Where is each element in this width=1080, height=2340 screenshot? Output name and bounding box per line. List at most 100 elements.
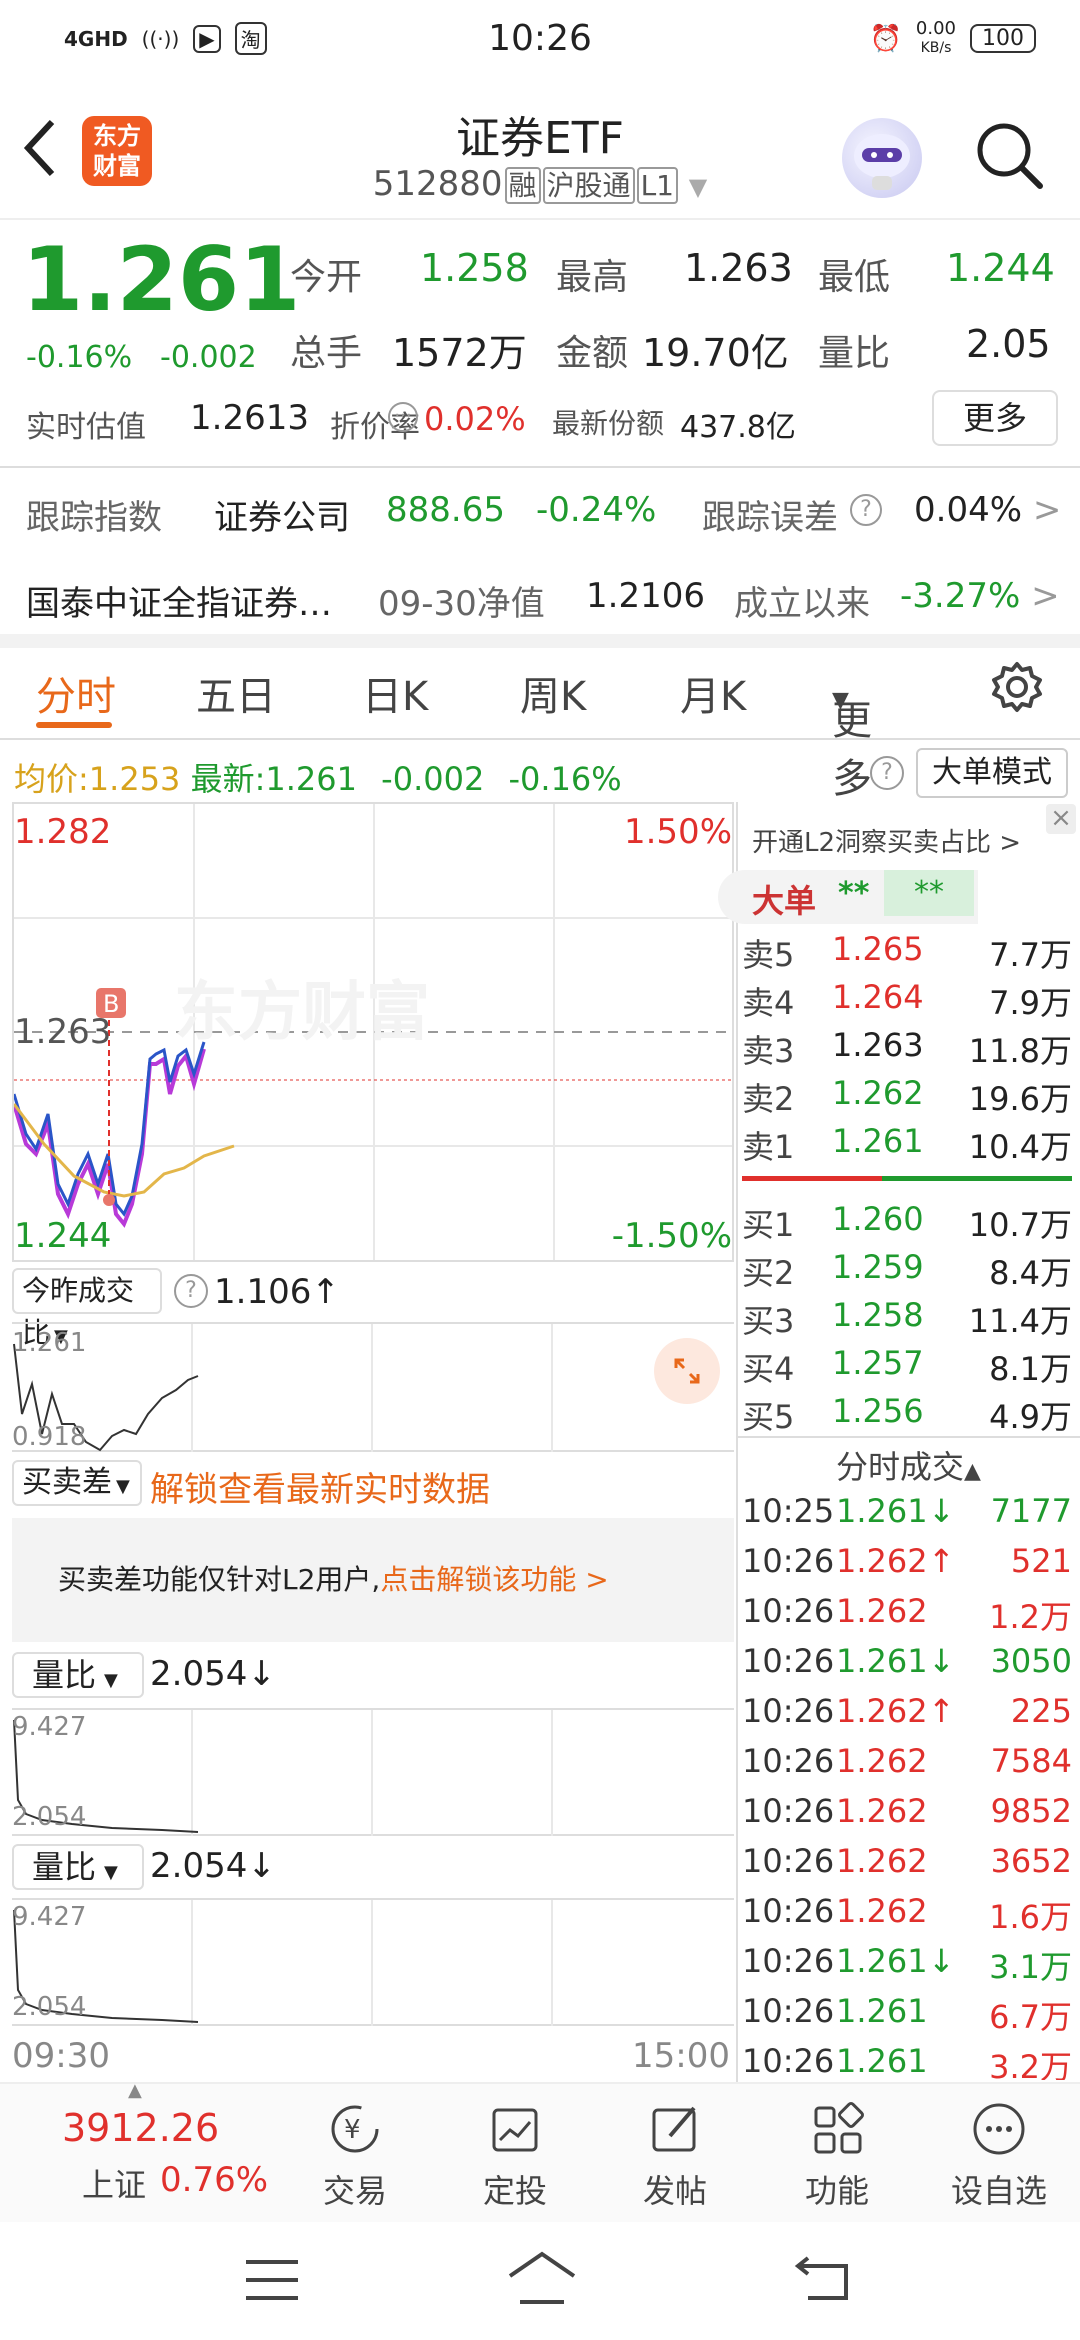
chart-watermark: 东方财富 bbox=[174, 976, 430, 1050]
tab-weekly-k[interactable]: 周K bbox=[520, 664, 586, 722]
connect-tag: 沪股通 bbox=[542, 167, 635, 204]
svg-text:¥: ¥ bbox=[344, 2115, 361, 2145]
grid-icon bbox=[814, 2102, 864, 2154]
help-icon[interactable]: ? bbox=[850, 494, 882, 526]
indicator-selector-3[interactable]: 量比 ▼ bbox=[12, 1652, 144, 1698]
ask-row[interactable]: 卖2 1.262 19.6万 bbox=[742, 1070, 1072, 1118]
trade-row: 10:26 1.262 ↑ 225 bbox=[742, 1690, 1072, 1738]
ask-price: 1.262 bbox=[832, 1074, 924, 1112]
tracking-error-value[interactable]: 0.04% > bbox=[914, 490, 1061, 530]
l2-notice-text: 买卖差功能仅针对L2用户, bbox=[58, 1563, 381, 1596]
post-button[interactable]: 发帖 bbox=[620, 2090, 730, 2212]
ask-volume: 10.4万 bbox=[968, 1128, 1072, 1166]
trade-time: 10:26 bbox=[742, 1592, 835, 1630]
search-icon[interactable] bbox=[972, 118, 1046, 192]
tracking-index-change: -0.24% bbox=[536, 490, 657, 530]
indicator-selector-4[interactable]: 量比 ▼ bbox=[12, 1844, 144, 1890]
trades-list[interactable]: 10:25 1.261 ↓ 7177 10:26 1.262 ↑ 521 10:26 1.262 1… bbox=[742, 1490, 1072, 2080]
caret-down-icon: ▼ bbox=[116, 1476, 130, 1497]
settings-gear-icon[interactable] bbox=[990, 660, 1044, 724]
indicator-selector-2[interactable]: 买卖差 ▼ bbox=[12, 1460, 142, 1506]
caret-down-icon: ▼ bbox=[104, 1670, 118, 1691]
bid-price: 1.260 bbox=[832, 1200, 924, 1238]
functions-button[interactable]: 功能 bbox=[782, 2090, 892, 2212]
trades-title[interactable]: 分时成交▲ bbox=[836, 1442, 981, 1488]
chevron-right-icon: > bbox=[1031, 576, 1060, 616]
trade-row: 10:26 1.262 9852 bbox=[742, 1790, 1072, 1838]
ask-price: 1.261 bbox=[832, 1122, 924, 1160]
active-tab-indicator bbox=[36, 722, 112, 728]
trade-volume: 9852 bbox=[990, 1792, 1072, 1830]
expand-icon[interactable] bbox=[654, 1338, 720, 1404]
tab-daily-k[interactable]: 日K bbox=[362, 664, 428, 722]
nav-value: 1.2106 bbox=[586, 576, 705, 616]
add-watchlist-button[interactable]: 设自选 bbox=[944, 2090, 1054, 2212]
tracking-index-name[interactable]: 证券公司 bbox=[214, 490, 350, 539]
intraday-chart-svg: 东方财富 B bbox=[14, 804, 732, 1260]
intraday-chart[interactable]: 东方财富 B 1.282 1.50% 1.263 1.244 -1.50% bbox=[12, 802, 734, 1262]
tracking-error-number: 0.04% bbox=[914, 490, 1023, 530]
trade-price: 1.262 bbox=[836, 1542, 928, 1580]
chart-mid-price: 1.263 bbox=[14, 1012, 112, 1052]
bid-volume: 8.4万 bbox=[989, 1254, 1072, 1292]
robot-assistant-icon[interactable] bbox=[842, 118, 922, 198]
help-icon[interactable]: ? bbox=[870, 756, 904, 790]
big-order-mode-button[interactable]: 大单模式 bbox=[916, 748, 1068, 798]
info-icon[interactable]: ··· bbox=[388, 402, 418, 432]
help-icon[interactable]: ? bbox=[174, 1274, 208, 1308]
divider bbox=[738, 1436, 1080, 1438]
trade-button[interactable]: ¥ 交易 bbox=[300, 2090, 410, 2212]
bid-row[interactable]: 买2 1.259 8.4万 bbox=[742, 1244, 1072, 1292]
tab-five-day[interactable]: 五日 bbox=[196, 664, 276, 722]
functions-label: 功能 bbox=[804, 2172, 869, 2210]
avg-value: 1.253 bbox=[88, 760, 181, 798]
alarm-icon: ⏰ bbox=[869, 23, 902, 54]
ask-price: 1.263 bbox=[832, 1026, 924, 1064]
trade-price: 1.261 bbox=[836, 1492, 928, 1530]
volume-ratio-label: 量比 bbox=[818, 333, 891, 374]
since-inception-label: 成立以来 bbox=[734, 584, 870, 624]
ask-row[interactable]: 卖4 1.264 7.9万 bbox=[742, 974, 1072, 1022]
sub-chart-1: 1.261 0.918 bbox=[12, 1322, 734, 1452]
unlock-realtime-link[interactable]: 解锁查看最新实时数据 bbox=[150, 1462, 490, 1511]
since-inception-value[interactable]: -3.27% > bbox=[900, 576, 1060, 616]
ask-row[interactable]: 卖5 1.265 7.7万 bbox=[742, 926, 1072, 974]
close-icon[interactable]: × bbox=[1046, 804, 1076, 834]
ask-row[interactable]: 卖1 1.261 10.4万 bbox=[742, 1118, 1072, 1166]
indicator-label-2: 买卖差 bbox=[22, 1465, 112, 1500]
volume-value: 1572万 bbox=[392, 331, 527, 375]
l2-insight-text: 开通L2洞察买卖占比 bbox=[752, 828, 992, 858]
l2-insight-banner[interactable]: 开通L2洞察买卖占比 > bbox=[752, 822, 1021, 859]
back-nav-icon[interactable] bbox=[794, 2252, 854, 2306]
trade-time: 10:26 bbox=[742, 1542, 835, 1580]
net-speed-value: 0.00 bbox=[915, 18, 956, 39]
trade-time: 10:26 bbox=[742, 2042, 835, 2080]
bid-row[interactable]: 买3 1.258 11.4万 bbox=[742, 1292, 1072, 1340]
more-button[interactable]: 更多 bbox=[932, 390, 1058, 446]
tab-monthly-k[interactable]: 月K bbox=[680, 664, 746, 722]
system-nav-bar bbox=[0, 2222, 1080, 2340]
fixed-invest-button[interactable]: 定投 bbox=[460, 2090, 570, 2212]
index-value[interactable]: 3912.26 bbox=[62, 2106, 219, 2150]
bid-row[interactable]: 买5 1.256 4.9万 bbox=[742, 1388, 1072, 1436]
unlock-feature-link[interactable]: 点击解锁该功能 > bbox=[380, 1563, 608, 1596]
bid-row[interactable]: 买1 1.260 10.7万 bbox=[742, 1196, 1072, 1244]
trade-direction: ↓ bbox=[928, 1642, 955, 1680]
ask-row[interactable]: 卖3 1.263 11.8万 bbox=[742, 1022, 1072, 1070]
bid-row[interactable]: 买4 1.257 8.1万 bbox=[742, 1340, 1072, 1388]
amount-value: 19.70亿 bbox=[642, 331, 789, 375]
home-icon[interactable] bbox=[506, 2250, 578, 2310]
tracking-error-label: 跟踪误差 bbox=[702, 498, 838, 538]
sub-chart-3-min: 2.054 bbox=[12, 1802, 87, 1832]
index-name: 上证 bbox=[82, 2166, 147, 2204]
ask-level-label: 卖4 bbox=[742, 984, 795, 1022]
index-change: 0.76% bbox=[160, 2160, 269, 2200]
iopv-value: 1.2613 bbox=[190, 398, 309, 438]
volume-label: 总手 bbox=[290, 333, 363, 374]
trade-volume: 6.7万 bbox=[989, 1998, 1072, 2036]
tab-intraday[interactable]: 分时 bbox=[36, 664, 116, 722]
indicator-selector-1[interactable]: 今昨成交比 ▼ bbox=[12, 1268, 162, 1349]
sub-chart-3-max: 9.427 bbox=[12, 1712, 87, 1742]
menu-icon[interactable] bbox=[244, 2258, 300, 2306]
net-speed-unit: KB/s bbox=[920, 40, 952, 56]
